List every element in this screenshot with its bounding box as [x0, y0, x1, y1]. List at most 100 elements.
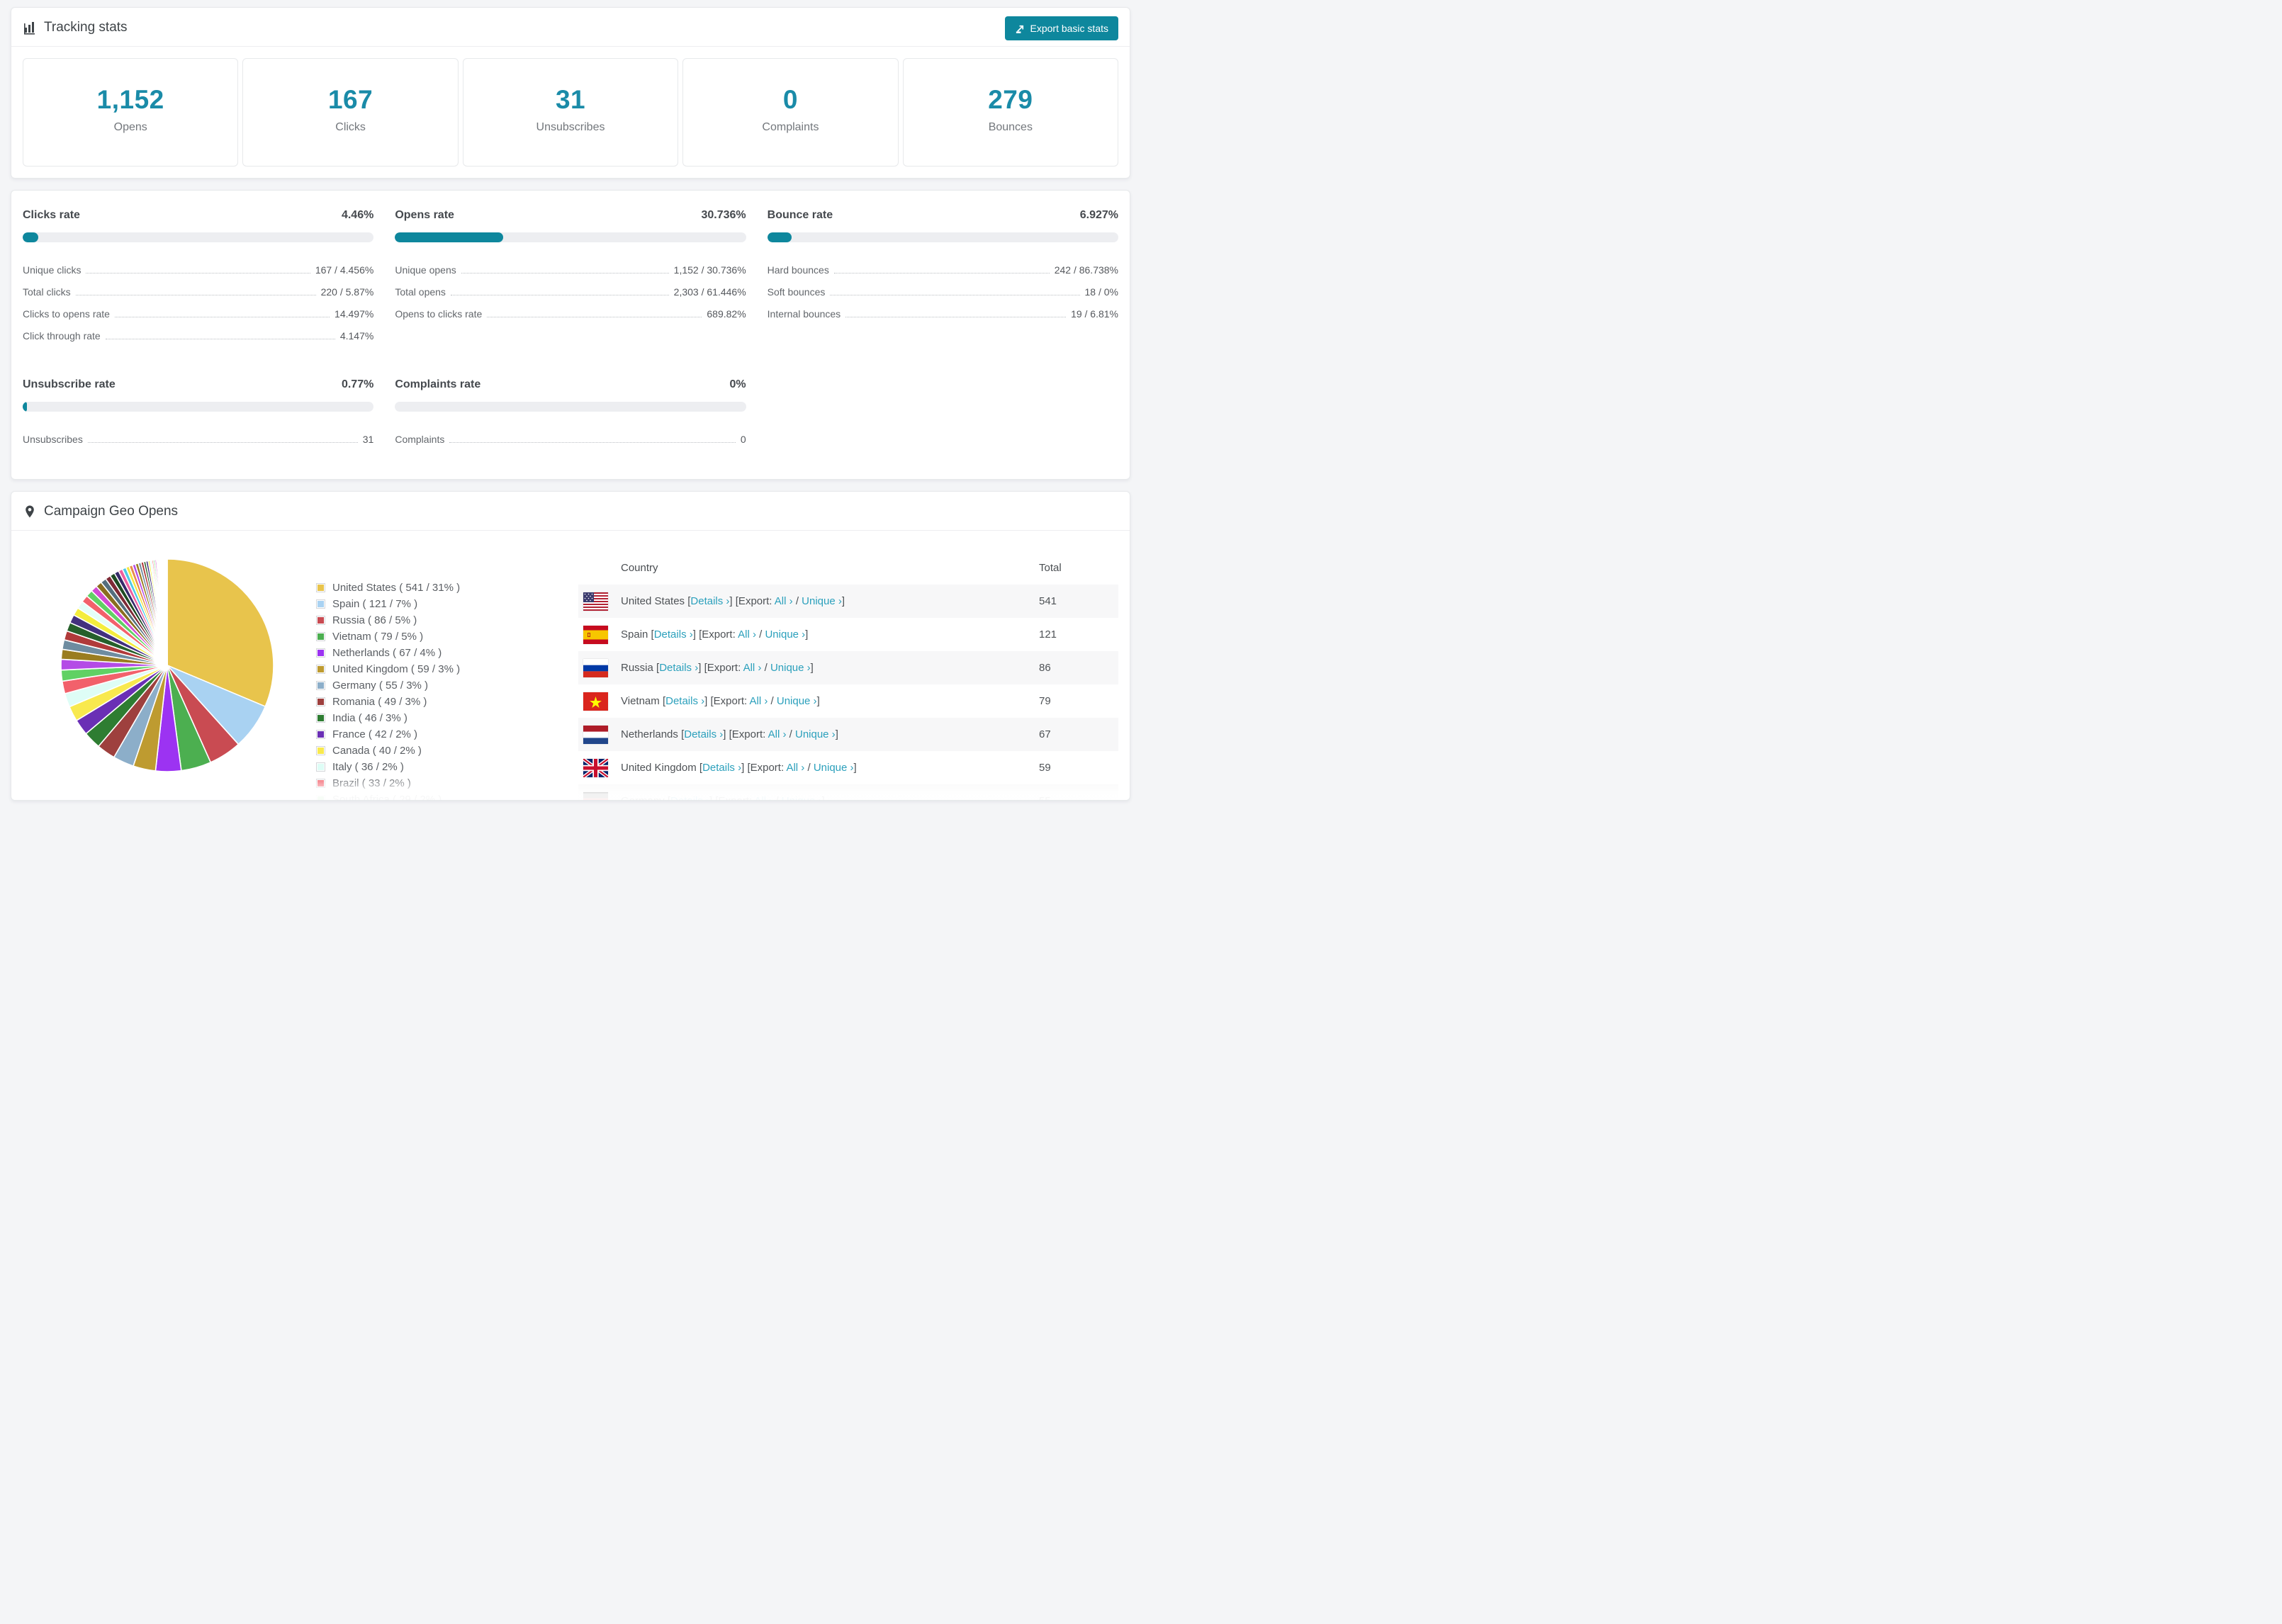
- stat-value: 0: [782, 85, 798, 114]
- legend-swatch: [316, 583, 325, 592]
- bar-chart-icon: [23, 21, 37, 35]
- clicks-rate-bar-fill: [23, 232, 39, 242]
- geo-table-row: United States [Details ›] [Export: All ›…: [578, 585, 1118, 618]
- legend-swatch: [316, 681, 325, 690]
- details-link[interactable]: Details ›: [690, 595, 729, 607]
- legend-label: United Kingdom ( 59 / 3% ): [332, 663, 461, 675]
- geo-title-text: Campaign Geo Opens: [44, 504, 179, 519]
- country-links: [Details ›] [Export: All › / Unique ›]: [668, 795, 825, 800]
- legend-swatch: [316, 665, 325, 674]
- stats-summary-row: 1,152 Opens 167 Clicks 31 Unsubscribes 0…: [23, 58, 1119, 167]
- country-links: [Details ›] [Export: All › / Unique ›]: [651, 628, 809, 641]
- rate-detail-row: Total opens 2,303 / 61.446%: [395, 286, 746, 298]
- export-unique-link[interactable]: Unique ›: [765, 628, 805, 641]
- legend-item[interactable]: Netherlands ( 67 / 4% ): [316, 647, 460, 659]
- legend-item[interactable]: United Kingdom ( 59 / 3% ): [316, 663, 460, 675]
- details-link[interactable]: Details ›: [665, 695, 704, 707]
- opens-rate-panel: Opens rate 30.736% Unique opens 1,152 / 3…: [395, 209, 746, 347]
- country-cell: Spain [Details ›] [Export: All › / Uniqu…: [621, 628, 809, 641]
- export-unique-link[interactable]: Unique ›: [777, 695, 817, 707]
- legend-item[interactable]: Germany ( 55 / 3% ): [316, 680, 460, 692]
- details-link[interactable]: Details ›: [670, 795, 709, 800]
- geo-title: Campaign Geo Opens: [23, 504, 178, 519]
- legend-item[interactable]: Russia ( 86 / 5% ): [316, 614, 460, 626]
- complaints-rate-panel: Complaints rate 0% Complaints 0: [395, 378, 746, 451]
- legend-item[interactable]: Romania ( 49 / 3% ): [316, 696, 460, 708]
- legend-label: Italy ( 36 / 2% ): [332, 761, 404, 773]
- legend-item[interactable]: India ( 46 / 3% ): [316, 712, 460, 724]
- export-unique-link[interactable]: Unique ›: [814, 762, 854, 774]
- details-link[interactable]: Details ›: [654, 628, 693, 641]
- complaints-rate-percent: 0%: [729, 378, 746, 390]
- legend-swatch: [316, 648, 325, 658]
- export-all-link[interactable]: All ›: [750, 695, 768, 707]
- legend-item[interactable]: South Africa ( 29 / 2% ): [316, 794, 460, 801]
- unsubscribe-rate-percent: 0.77%: [341, 378, 374, 390]
- bounce-rate-title: Bounce rate: [767, 209, 833, 221]
- total-column-header: Total: [1039, 562, 1062, 574]
- geo-header: Campaign Geo Opens: [11, 492, 1130, 531]
- legend-label: United States ( 541 / 31% ): [332, 582, 461, 594]
- bounce-rate-panel: Bounce rate 6.927% Hard bounces 242 / 86.…: [767, 209, 1118, 347]
- total-cell: 86: [1039, 662, 1051, 674]
- export-all-link[interactable]: All ›: [768, 728, 787, 740]
- dotted-leader: [87, 442, 358, 443]
- country-flag-icon: [583, 625, 608, 644]
- geo-table-row: Germany [Details ›] [Export: All › / Uni…: [578, 784, 1118, 800]
- unsubscribe-rate-bar: [23, 402, 374, 412]
- legend-swatch: [316, 714, 325, 723]
- legend-item[interactable]: Canada ( 40 / 2% ): [316, 745, 460, 757]
- rate-detail-row: Soft bounces 18 / 0%: [767, 286, 1118, 298]
- legend-swatch: [316, 616, 325, 625]
- dotted-leader: [833, 273, 1050, 274]
- stat-value: 167: [327, 85, 373, 114]
- dashboard-page: Tracking stats Export basic stats 1,152 …: [0, 0, 1141, 824]
- geo-table-header: Country Total: [578, 531, 1118, 585]
- legend-item[interactable]: Brazil ( 33 / 2% ): [316, 777, 460, 789]
- details-link[interactable]: Details ›: [702, 762, 741, 774]
- legend-item[interactable]: Vietnam ( 79 / 5% ): [316, 631, 460, 643]
- legend-label: Brazil ( 33 / 2% ): [332, 777, 411, 789]
- legend-label: India ( 46 / 3% ): [332, 712, 408, 724]
- export-all-link[interactable]: All ›: [754, 795, 772, 800]
- country-cell: United States [Details ›] [Export: All ›…: [621, 595, 845, 607]
- bounce-rate-bar: [767, 232, 1118, 242]
- tracking-stats-title-text: Tracking stats: [44, 20, 128, 35]
- rates-card: Clicks rate 4.46% Unique clicks 167 / 4.4…: [11, 190, 1130, 480]
- stat-cell: 167 Clicks: [242, 58, 459, 167]
- details-link[interactable]: Details ›: [659, 662, 698, 674]
- export-all-link[interactable]: All ›: [743, 662, 762, 674]
- stat-value: 279: [988, 85, 1033, 114]
- export-unique-link[interactable]: Unique ›: [802, 595, 842, 607]
- clicks-rate-title: Clicks rate: [23, 209, 80, 221]
- export-unique-link[interactable]: Unique ›: [770, 662, 811, 674]
- country-flag-icon: [583, 592, 608, 611]
- details-link[interactable]: Details ›: [684, 728, 723, 740]
- legend-label: South Africa ( 29 / 2% ): [332, 794, 442, 801]
- export-unique-link[interactable]: Unique ›: [782, 795, 822, 800]
- legend-item[interactable]: Italy ( 36 / 2% ): [316, 761, 460, 773]
- geo-body: United States ( 541 / 31% ) Spain ( 121 …: [11, 531, 1130, 801]
- legend-item[interactable]: France ( 42 / 2% ): [316, 728, 460, 740]
- export-all-link[interactable]: All ›: [738, 628, 756, 641]
- export-unique-link[interactable]: Unique ›: [795, 728, 836, 740]
- stat-cell: 31 Unsubscribes: [462, 58, 679, 167]
- rate-detail-row: Clicks to opens rate 14.497%: [23, 308, 374, 320]
- country-links: [Details ›] [Export: All › / Unique ›]: [656, 662, 814, 674]
- geo-table: Country Total United States [Details ›] …: [578, 531, 1118, 800]
- rate-detail-row: Internal bounces 19 / 6.81%: [767, 308, 1118, 320]
- export-all-link[interactable]: All ›: [775, 595, 793, 607]
- legend-swatch: [316, 779, 325, 788]
- legend-swatch: [316, 697, 325, 706]
- legend-item[interactable]: Spain ( 121 / 7% ): [316, 598, 460, 610]
- opens-rate-bar-fill: [395, 232, 503, 242]
- legend-item[interactable]: United States ( 541 / 31% ): [316, 582, 460, 594]
- bounce-rate-bar-fill: [767, 232, 792, 242]
- legend-swatch: [316, 762, 325, 772]
- legend-swatch: [316, 795, 325, 800]
- export-basic-stats-button[interactable]: Export basic stats: [1004, 16, 1118, 40]
- complaints-rate-bar: [395, 402, 746, 412]
- export-all-link[interactable]: All ›: [786, 762, 804, 774]
- country-cell: Germany [Details ›] [Export: All › / Uni…: [621, 795, 825, 800]
- stat-cell: 1,152 Opens: [23, 58, 239, 167]
